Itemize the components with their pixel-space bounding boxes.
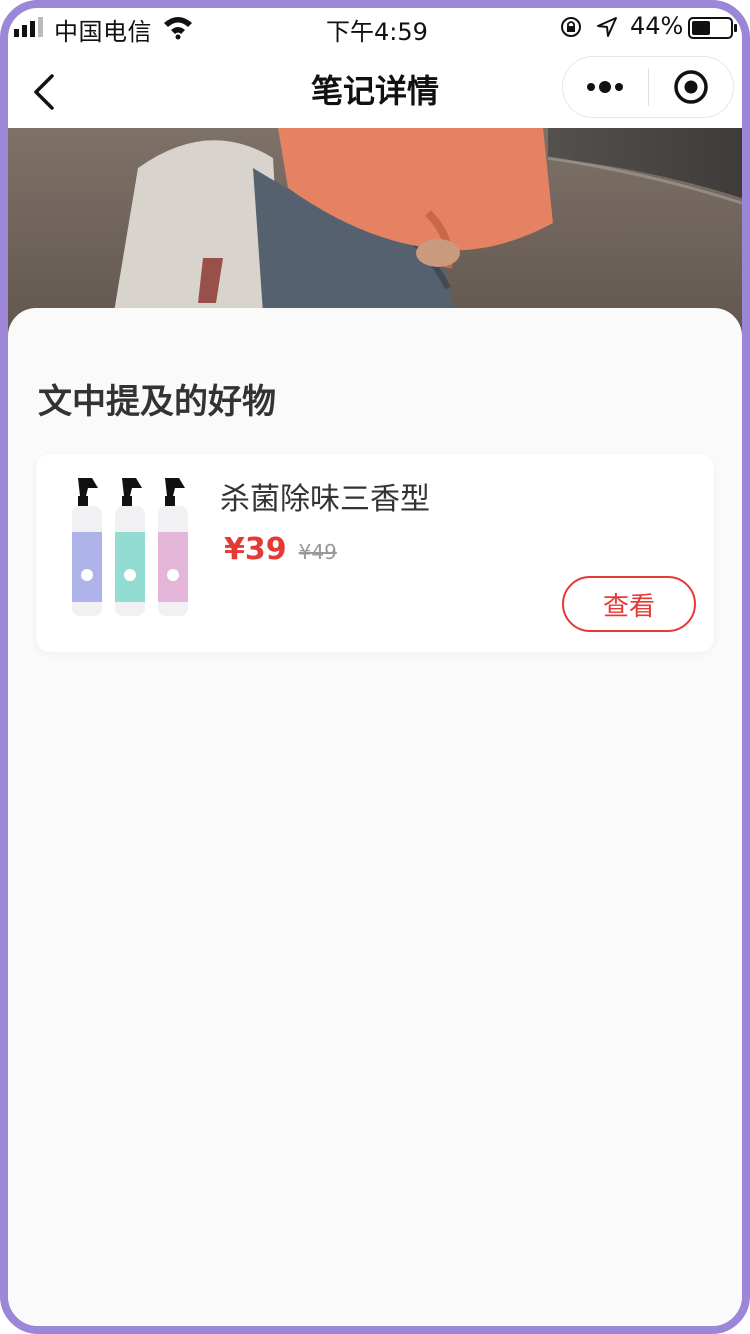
battery-percent: 44% <box>630 12 684 40</box>
more-dots-icon <box>587 81 624 93</box>
more-button[interactable] <box>563 56 648 118</box>
section-title: 文中提及的好物 <box>38 382 276 422</box>
wifi-icon <box>164 17 192 40</box>
view-button[interactable]: 查看 <box>562 576 696 632</box>
product-original-price: ¥49 <box>298 540 337 564</box>
price-row: ¥39 ¥49 <box>224 532 337 567</box>
status-bar: 中国电信 下午4:59 44% <box>8 8 742 48</box>
product-card[interactable]: 杀菌除味三香型 ¥39 ¥49 查看 <box>36 454 714 652</box>
battery-icon <box>688 17 737 39</box>
product-price: ¥39 <box>224 532 287 567</box>
product-image <box>52 470 206 624</box>
product-name: 杀菌除味三香型 <box>220 482 430 517</box>
target-icon <box>674 70 708 104</box>
navigation-bar: 笔记详情 <box>8 48 742 128</box>
carrier-label: 中国电信 <box>54 18 152 46</box>
signal-icon <box>14 17 43 37</box>
phone-frame: 中国电信 下午4:59 44% 笔记详情 文中提及的好物 杀菌除味三香型 ¥39… <box>0 0 750 1334</box>
rotation-lock-icon <box>561 17 581 37</box>
spray-bottles-illustration <box>72 478 188 616</box>
status-time: 下午4:59 <box>326 18 428 46</box>
location-arrow-icon <box>597 17 617 37</box>
products-panel: 文中提及的好物 杀菌除味三香型 ¥39 ¥49 查看 <box>8 308 742 1326</box>
mini-program-capsule <box>562 56 734 118</box>
close-mini-program-button[interactable] <box>649 56 734 118</box>
